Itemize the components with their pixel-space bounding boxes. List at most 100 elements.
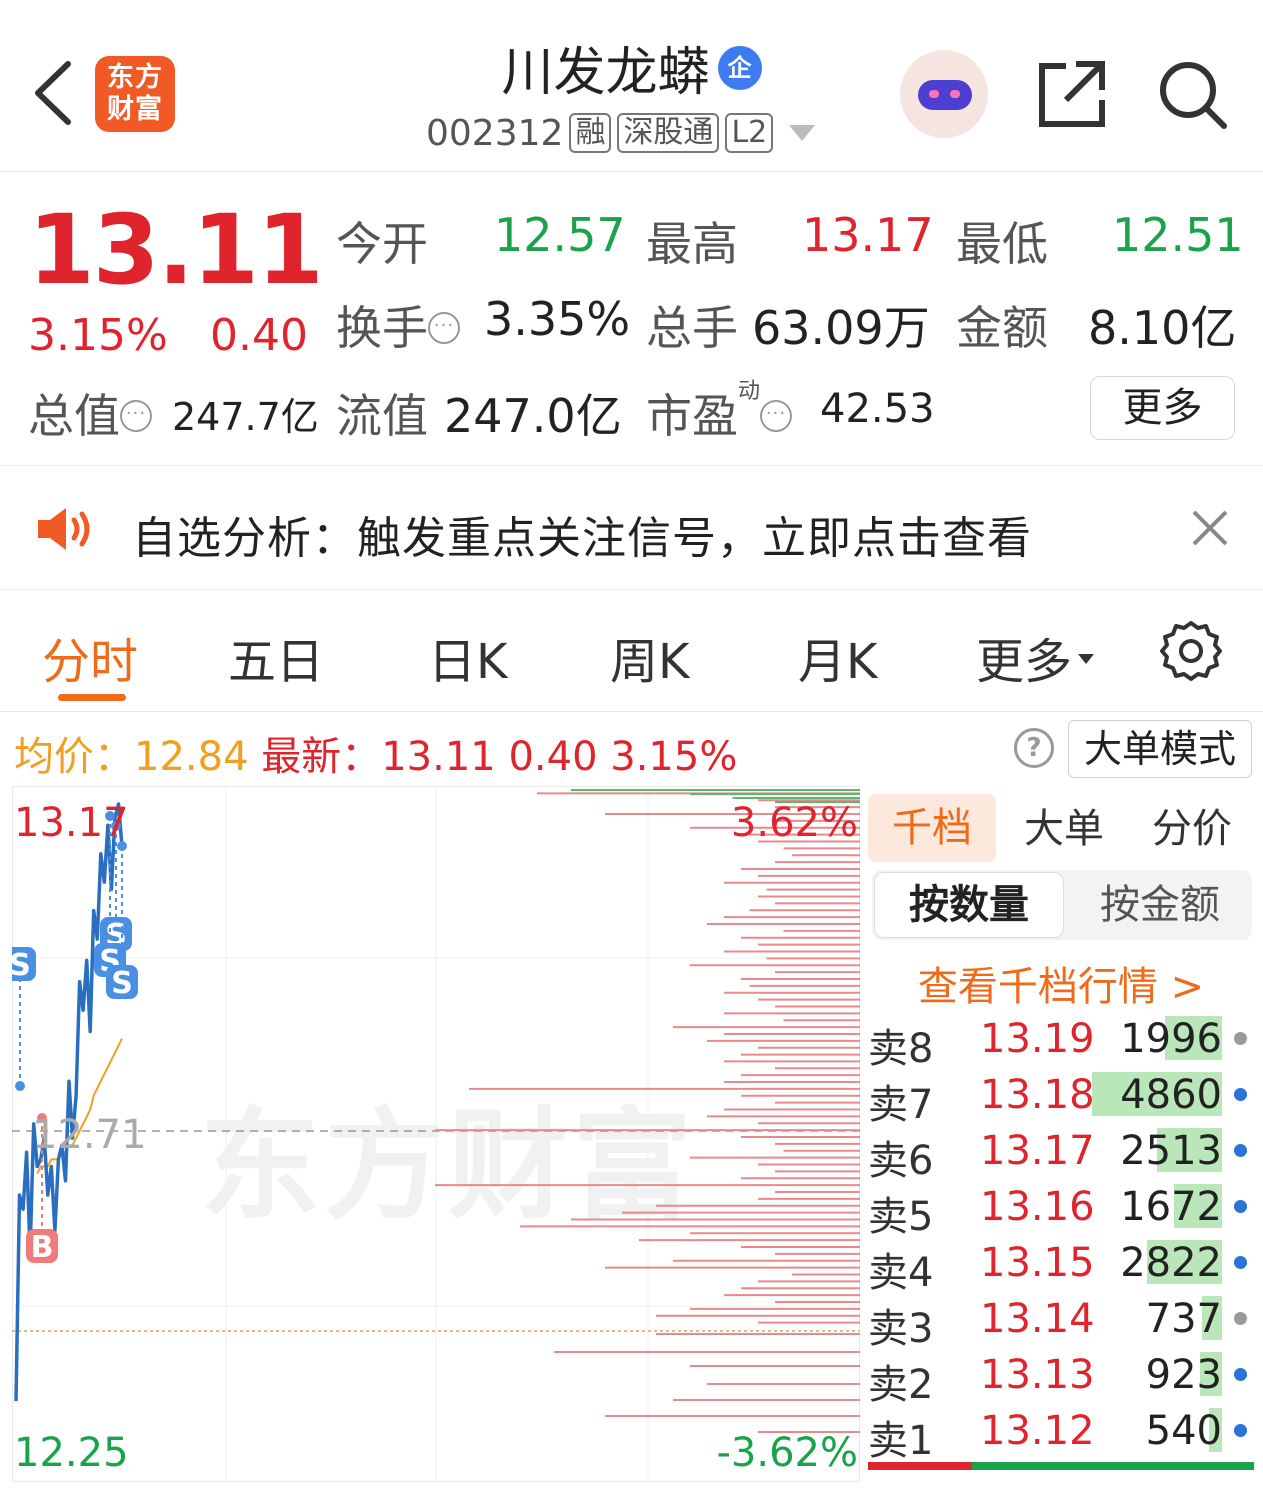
analysis-banner[interactable]: 自选分析：触发重点关注信号，立即点击查看	[0, 466, 1263, 590]
level-volume: 2822	[1120, 1240, 1222, 1286]
level-volume: 1672	[1120, 1184, 1222, 1230]
pe-value: 42.53	[820, 386, 935, 432]
status-dot-icon	[1234, 1144, 1247, 1157]
level-volume: 737	[1145, 1296, 1222, 1342]
more-quote-button[interactable]: 更多	[1090, 376, 1235, 440]
by-quantity-button[interactable]: 按数量	[874, 872, 1064, 938]
tab-thousand-levels[interactable]: 千档	[868, 794, 996, 862]
big-order-mode-button[interactable]: 大单模式	[1068, 720, 1252, 778]
float-cap-label: 流值	[336, 389, 428, 443]
level-price: 13.17	[980, 1128, 1095, 1174]
pct-label-bottom: -3.62%	[716, 1430, 858, 1476]
chevron-down-icon[interactable]	[789, 125, 816, 141]
tab-intraday[interactable]: 分时	[42, 622, 138, 692]
trade-mark-dot	[15, 1081, 25, 1091]
orderbook-row[interactable]: 卖1 13.12 540	[866, 1402, 1263, 1464]
level2-tag: L2	[725, 113, 774, 153]
y-label-bottom: 12.25	[14, 1430, 129, 1476]
tab-daily-k[interactable]: 日K	[428, 622, 507, 692]
stock-code-row[interactable]: 002312 融 深股通 L2	[426, 108, 816, 158]
quote-panel: 13.11 3.15% 0.40 今开 12.57 最高 13.17 最低 12…	[0, 172, 1263, 466]
robot-avatar-icon[interactable]	[900, 50, 988, 138]
avg-value: 12.84	[134, 734, 249, 780]
change-percent: 3.15%	[28, 310, 168, 361]
tab-more[interactable]: 更多	[976, 622, 1095, 692]
quantity-amount-toggle: 按数量 按金额	[872, 870, 1252, 940]
y-label-top: 13.17	[14, 800, 129, 846]
sell-ratio-bar	[868, 1462, 972, 1470]
margin-tag: 融	[569, 113, 612, 153]
latest-change-pct: 3.15%	[610, 734, 738, 780]
status-dot-icon	[1234, 1312, 1247, 1325]
amount-value: 8.10亿	[1088, 301, 1237, 355]
y-label-mid: 12.71	[32, 1112, 147, 1158]
level-volume: 4860	[1120, 1072, 1222, 1118]
trade-mark-label: B	[31, 1230, 54, 1265]
orderbook-row[interactable]: 卖4 13.15 2822	[866, 1234, 1263, 1296]
gear-icon[interactable]	[1160, 620, 1222, 682]
buy-ratio-bar	[972, 1462, 1254, 1470]
turnover-label: 换手 ···	[336, 292, 460, 358]
chart-period-tabs: 分时 五日 日K 周K 月K 更多	[0, 590, 1263, 712]
level-volume: 1996	[1120, 1016, 1222, 1062]
info-icon[interactable]: ···	[428, 311, 460, 344]
tab-five-day[interactable]: 五日	[228, 622, 324, 692]
volume-label: 总手	[646, 301, 738, 355]
enterprise-badge: 企	[717, 45, 762, 90]
turnover-label-text: 换手	[336, 301, 428, 355]
search-icon[interactable]	[1156, 58, 1230, 132]
level-price: 13.19	[980, 1016, 1095, 1062]
dropdown-icon	[1078, 654, 1095, 664]
orderbook-row[interactable]: 卖7 13.18 4860	[866, 1066, 1263, 1128]
status-dot-icon	[1234, 1368, 1247, 1381]
status-dot-icon	[1234, 1424, 1247, 1437]
status-dot-icon	[1234, 1088, 1247, 1101]
orderbook-row[interactable]: 卖3 13.14 737	[866, 1290, 1263, 1352]
low-value: 12.51	[1112, 208, 1244, 262]
level-price: 13.13	[980, 1352, 1095, 1398]
level-price: 13.12	[980, 1408, 1095, 1454]
pe-label: 市盈动···	[646, 378, 793, 446]
trade-mark-label: S	[111, 966, 133, 1001]
latest-value: 13.11	[381, 734, 496, 780]
pe-dynamic-mark: 动	[738, 378, 761, 404]
info-icon[interactable]: ···	[760, 399, 793, 432]
status-dot-icon	[1234, 1032, 1247, 1045]
open-value: 12.57	[494, 208, 626, 262]
status-dot-icon	[1234, 1200, 1247, 1213]
latest-change: 0.40	[508, 734, 598, 780]
speaker-icon	[38, 508, 90, 550]
view-levels-link[interactable]: 查看千档行情 >	[866, 954, 1256, 1012]
pct-label-top: 3.62%	[730, 800, 858, 846]
turnover-value: 3.35%	[484, 292, 631, 346]
stock-code: 002312	[426, 112, 564, 154]
orderbook-row[interactable]: 卖6 13.17 2513	[866, 1122, 1263, 1184]
share-icon[interactable]	[1036, 58, 1108, 130]
orderbook-row[interactable]: 卖8 13.19 1996	[866, 1010, 1263, 1072]
info-icon[interactable]: ···	[120, 399, 152, 432]
total-cap-value: 247.7亿	[172, 395, 319, 439]
by-amount-button[interactable]: 按金额	[1068, 872, 1252, 938]
orderbook-panel: 千档 大单 分价 按数量 按金额 查看千档行情 > 卖8 13.19 1996 卖7 1…	[866, 786, 1263, 1492]
intraday-chart[interactable]: SSSSB 13.17 12.71 12.25 3.62% -3.62%	[12, 786, 860, 1482]
close-icon[interactable]	[1188, 506, 1232, 550]
total-cap-label-text: 总值	[28, 389, 120, 443]
latest-label: 最新：	[261, 734, 382, 780]
open-label: 今开	[336, 217, 428, 271]
tab-price-distribution[interactable]: 分价	[1152, 796, 1232, 854]
level-price: 13.18	[980, 1072, 1095, 1118]
top-bar: 东方 财富 川发龙蟒企 002312 融 深股通 L2	[0, 0, 1263, 172]
help-icon[interactable]: ?	[1014, 728, 1054, 768]
level-price: 13.15	[980, 1240, 1095, 1286]
orderbook-row[interactable]: 卖5 13.16 1672	[866, 1178, 1263, 1240]
change-amount: 0.40	[210, 310, 308, 361]
tab-monthly-k[interactable]: 月K	[798, 622, 877, 692]
price-line	[14, 802, 124, 1402]
connect-tag: 深股通	[617, 113, 720, 153]
level-volume: 540	[1145, 1408, 1222, 1454]
orderbook-row[interactable]: 卖2 13.13 923	[866, 1346, 1263, 1408]
tab-weekly-k[interactable]: 周K	[610, 622, 689, 692]
total-cap-label: 总值 ···	[28, 380, 152, 446]
tab-big-orders[interactable]: 大单	[1024, 796, 1104, 854]
trade-mark-label: S	[12, 948, 31, 983]
